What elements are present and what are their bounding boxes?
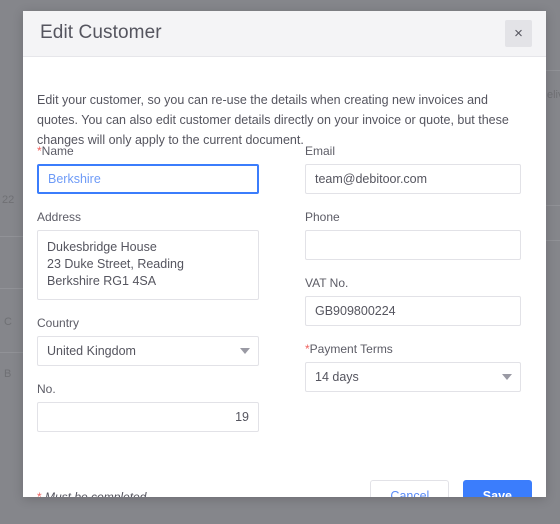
save-button[interactable]: Save (462, 480, 532, 497)
backdrop-text-fragment: eliv (547, 89, 560, 101)
backdrop-overlay-top (0, 0, 560, 11)
backdrop-rule (546, 240, 560, 241)
field-name-label: *Name (37, 144, 259, 158)
country-select-value: United Kingdom (37, 336, 259, 366)
field-address-label: Address (37, 210, 82, 224)
field-vat-no: VAT No. (305, 276, 521, 326)
field-name-label-text: Name (41, 144, 74, 158)
backdrop-text-fragment: B (4, 368, 12, 380)
form-column-right: Email Phone VAT No. *Payment Terms 14 da… (305, 144, 521, 392)
backdrop-rule (0, 236, 23, 237)
field-email: Email (305, 144, 521, 194)
required-note-text: Must be completed (45, 490, 147, 497)
field-phone: Phone (305, 210, 521, 260)
backdrop-overlay-left (0, 0, 23, 524)
dialog-header: Edit Customer × (23, 11, 546, 57)
backdrop-overlay-right (546, 0, 560, 524)
backdrop-text-fragment: 22 (2, 194, 15, 206)
vat-no-input[interactable] (305, 296, 521, 326)
field-payment-terms-label-text: Payment Terms (309, 342, 393, 356)
backdrop-rule (0, 352, 23, 353)
field-address: Address Dukesbridge House 23 Duke Street… (37, 210, 259, 300)
required-marker-icon: * (37, 490, 42, 497)
backdrop-rule (546, 70, 560, 71)
dialog-title: Edit Customer (40, 22, 162, 43)
field-no: No. (37, 382, 259, 432)
email-input[interactable] (305, 164, 521, 194)
country-select[interactable]: United Kingdom (37, 336, 259, 366)
required-note: * Must be completed (37, 490, 146, 497)
dialog-actions: Cancel Save (370, 480, 532, 497)
name-input[interactable] (37, 164, 259, 194)
payment-terms-select-value: 14 days (305, 362, 521, 392)
field-no-label: No. (37, 382, 56, 396)
backdrop-overlay-bottom (0, 497, 560, 524)
address-textarea[interactable]: Dukesbridge House 23 Duke Street, Readin… (37, 230, 259, 300)
field-payment-terms: *Payment Terms 14 days (305, 342, 521, 392)
backdrop-rule (546, 205, 560, 206)
no-input[interactable] (37, 402, 259, 432)
backdrop-text-fragment: C (4, 316, 12, 328)
field-country: Country United Kingdom (37, 316, 259, 366)
phone-input[interactable] (305, 230, 521, 260)
form-column-left: *Name Address Dukesbridge House 23 Duke … (37, 144, 259, 432)
field-vat-no-label: VAT No. (305, 276, 349, 290)
dialog-description: Edit your customer, so you can re-use th… (37, 92, 509, 147)
field-phone-label: Phone (305, 210, 340, 224)
field-email-label: Email (305, 144, 336, 158)
field-name: *Name (37, 144, 259, 194)
field-payment-terms-label: *Payment Terms (305, 342, 521, 356)
edit-customer-dialog: Edit Customer × Edit your customer, so y… (23, 11, 546, 497)
cancel-button[interactable]: Cancel (370, 480, 450, 497)
close-icon[interactable]: × (505, 20, 532, 47)
backdrop-rule (0, 288, 23, 289)
payment-terms-select[interactable]: 14 days (305, 362, 521, 392)
field-country-label: Country (37, 316, 80, 330)
